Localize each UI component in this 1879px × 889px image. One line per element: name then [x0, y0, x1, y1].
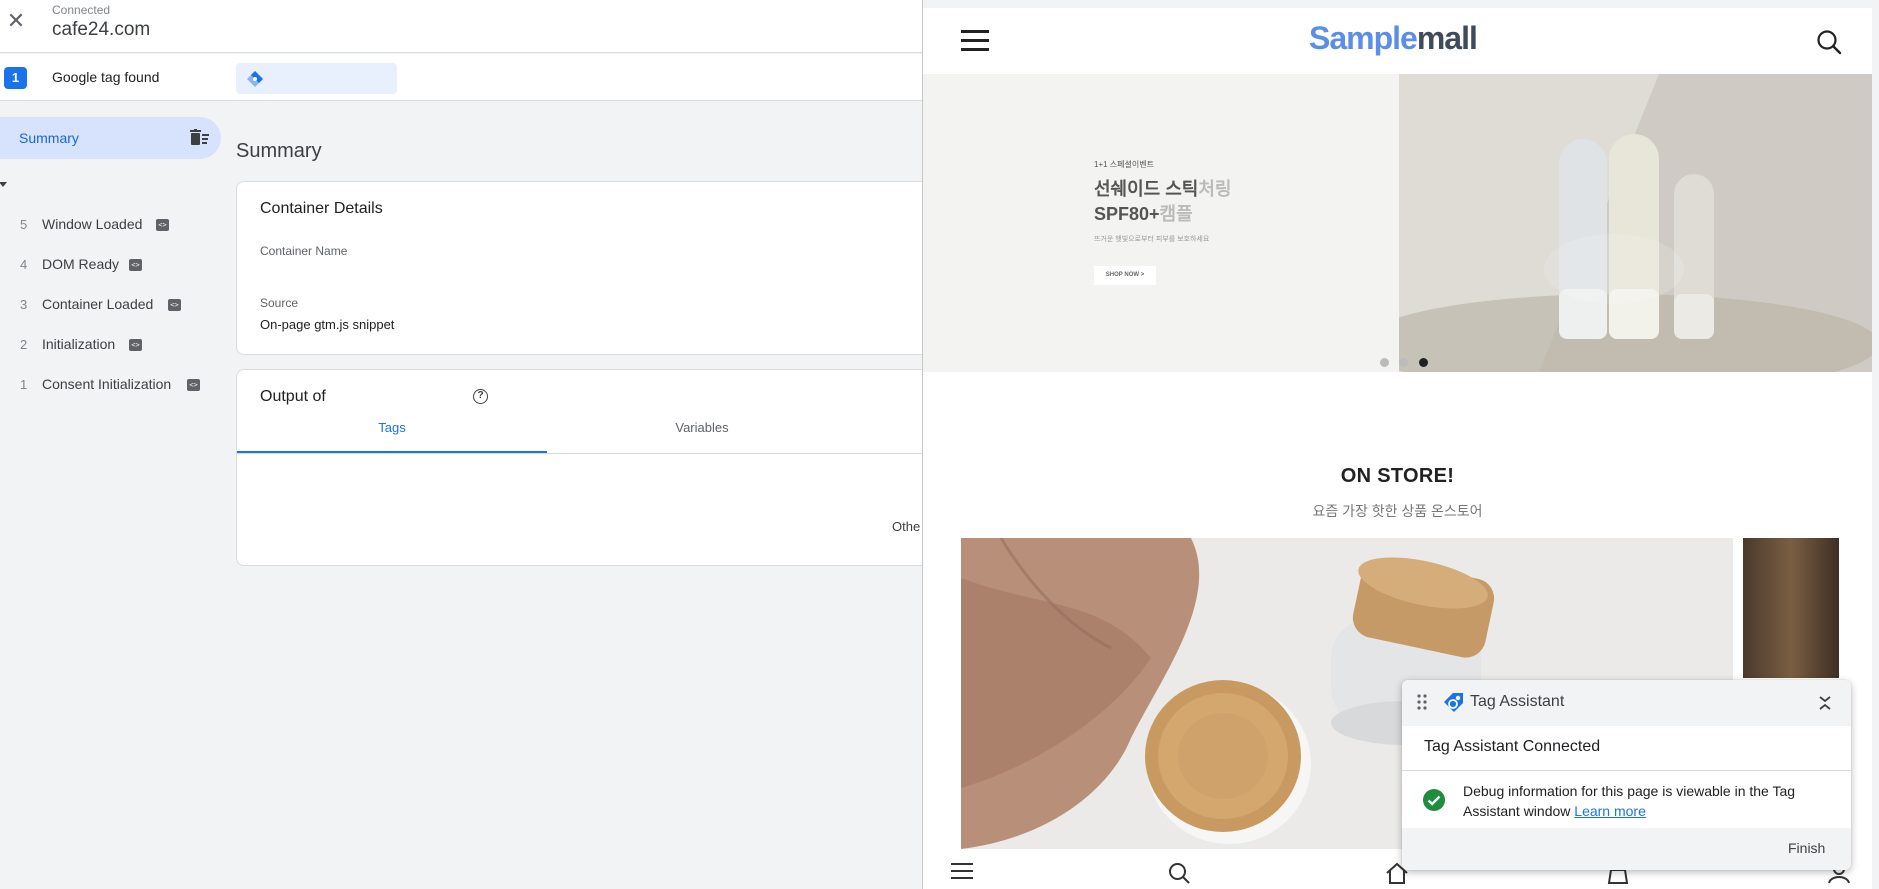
- section-subtitle: 요즘 가장 핫한 상품 온스토어: [1312, 503, 1483, 519]
- banner-subtitle: 1+1 스페셜이벤트: [1094, 160, 1154, 169]
- slide-dot-1[interactable]: [1380, 358, 1389, 367]
- banner-title-line1: 선쉐이드 스틱: [1094, 179, 1199, 199]
- page-title: Summary: [236, 140, 322, 162]
- event-item-dom-ready[interactable]: 4 DOM Ready <>: [0, 246, 221, 286]
- event-name: Consent Initialization: [42, 376, 172, 392]
- popup-message: Debug information for this page is viewa…: [1463, 781, 1833, 821]
- container-chip[interactable]: [236, 63, 397, 94]
- source-value: On-page gtm.js snippet: [260, 317, 395, 332]
- event-item-window-loaded[interactable]: 5 Window Loaded <>: [0, 206, 221, 246]
- google-tag-bar: 1 Google tag found: [0, 54, 922, 101]
- connection-header: ✕ Connected cafe24.com: [0, 0, 922, 53]
- close-icon[interactable]: ✕: [4, 9, 28, 33]
- menu-icon[interactable]: [961, 30, 989, 52]
- event-name: Container Loaded: [42, 296, 154, 312]
- banner-product-image: [1399, 74, 1872, 372]
- event-name: Initialization: [42, 336, 116, 352]
- tab-tags[interactable]: Tags: [237, 420, 547, 453]
- hero-banner[interactable]: 1+1 스페셜이벤트 선쉐이드 스틱처링 SPF80+캠플 뜨거운 햇빛으로부터…: [923, 74, 1872, 372]
- check-circle-icon: [1423, 789, 1445, 811]
- popup-status: Tag Assistant Connected: [1424, 738, 1601, 755]
- preview-scrollbar[interactable]: [1872, 8, 1879, 889]
- code-icon: <>: [129, 339, 142, 351]
- output-body-text: Othe: [892, 519, 921, 534]
- event-number: 2: [20, 337, 28, 352]
- tab-variables[interactable]: Variables: [547, 420, 857, 453]
- divider: [1402, 770, 1851, 771]
- search-icon[interactable]: [1816, 29, 1842, 55]
- drag-handle-icon[interactable]: [1417, 694, 1427, 710]
- site-logo[interactable]: Samplemall: [1309, 20, 1478, 57]
- search-icon[interactable]: [1168, 862, 1190, 884]
- tag-assistant-logo-icon: [1444, 693, 1463, 712]
- popup-footer: Finish: [1402, 828, 1851, 870]
- tag-assistant-debug-panel: ✕ Connected cafe24.com 1 Google tag foun…: [0, 0, 922, 889]
- output-card: Output of ? Tags Variables Othe: [236, 369, 922, 566]
- logo-part-1: Sample: [1309, 20, 1418, 56]
- preview-top-strip: [923, 0, 1879, 8]
- delete-sweep-icon[interactable]: [190, 129, 210, 147]
- event-name: Window Loaded: [42, 216, 143, 232]
- code-icon: <>: [168, 299, 181, 311]
- event-item-container-loaded[interactable]: 3 Container Loaded <>: [0, 286, 221, 326]
- banner-title: 선쉐이드 스틱처링 SPF80+캠플: [1094, 177, 1232, 227]
- banner-title-line2: SPF80+: [1094, 204, 1160, 224]
- collapse-icon[interactable]: [1815, 693, 1835, 713]
- card-title: Container Details: [260, 200, 383, 217]
- event-number: 3: [20, 297, 28, 312]
- banner-title-line2-ghost: 캠플: [1159, 204, 1193, 224]
- gtm-diamond-icon: [247, 71, 263, 87]
- connection-status: Connected: [52, 3, 111, 17]
- section-title: ON STORE!: [1340, 465, 1455, 487]
- card-title: Output of: [260, 388, 326, 405]
- popup-header: Tag Assistant: [1402, 680, 1851, 726]
- event-name: DOM Ready: [42, 256, 120, 272]
- container-details-card: Container Details Container Name Source …: [236, 181, 922, 355]
- code-icon: <>: [187, 379, 200, 391]
- tab-divider: [237, 453, 922, 454]
- logo-part-2: mall: [1416, 20, 1478, 56]
- learn-more-link[interactable]: Learn more: [1574, 803, 1646, 819]
- code-icon: <>: [156, 219, 169, 231]
- code-icon: <>: [129, 259, 142, 271]
- event-number: 1: [20, 377, 28, 392]
- finish-button[interactable]: Finish: [1788, 840, 1825, 856]
- banner-text-area: 1+1 스페셜이벤트 선쉐이드 스틱처링 SPF80+캠플 뜨거운 햇빛으로부터…: [923, 74, 1399, 372]
- source-label: Source: [260, 296, 299, 310]
- popup-title: Tag Assistant: [1470, 693, 1565, 710]
- menu-icon[interactable]: [951, 862, 973, 880]
- event-number: 5: [20, 217, 28, 232]
- collapse-arrow-icon[interactable]: [0, 182, 7, 187]
- container-name-label: Container Name: [260, 244, 348, 258]
- help-icon[interactable]: ?: [473, 389, 488, 404]
- banner-title-line1-ghost: 처링: [1198, 179, 1232, 199]
- slide-dot-2[interactable]: [1399, 358, 1408, 367]
- event-number: 4: [20, 257, 28, 272]
- connected-domain: cafe24.com: [52, 19, 151, 40]
- slide-dot-3-active[interactable]: [1419, 358, 1428, 367]
- banner-description: 뜨거운 햇빛으로부터 피부를 보호하세요: [1094, 236, 1210, 243]
- event-item-consent-initialization[interactable]: 1 Consent Initialization <>: [0, 366, 221, 406]
- event-item-initialization[interactable]: 2 Initialization <>: [0, 326, 221, 366]
- tag-assistant-popup: Tag Assistant Tag Assistant Connected De…: [1402, 680, 1851, 870]
- tag-count-badge: 1: [4, 67, 27, 89]
- shop-now-button[interactable]: SHOP NOW >: [1094, 266, 1156, 285]
- nav-summary[interactable]: Summary: [0, 117, 221, 159]
- product-image-2[interactable]: [1743, 538, 1839, 678]
- nav-summary-label: Summary: [19, 130, 79, 146]
- google-tag-found-label: Google tag found: [52, 69, 160, 85]
